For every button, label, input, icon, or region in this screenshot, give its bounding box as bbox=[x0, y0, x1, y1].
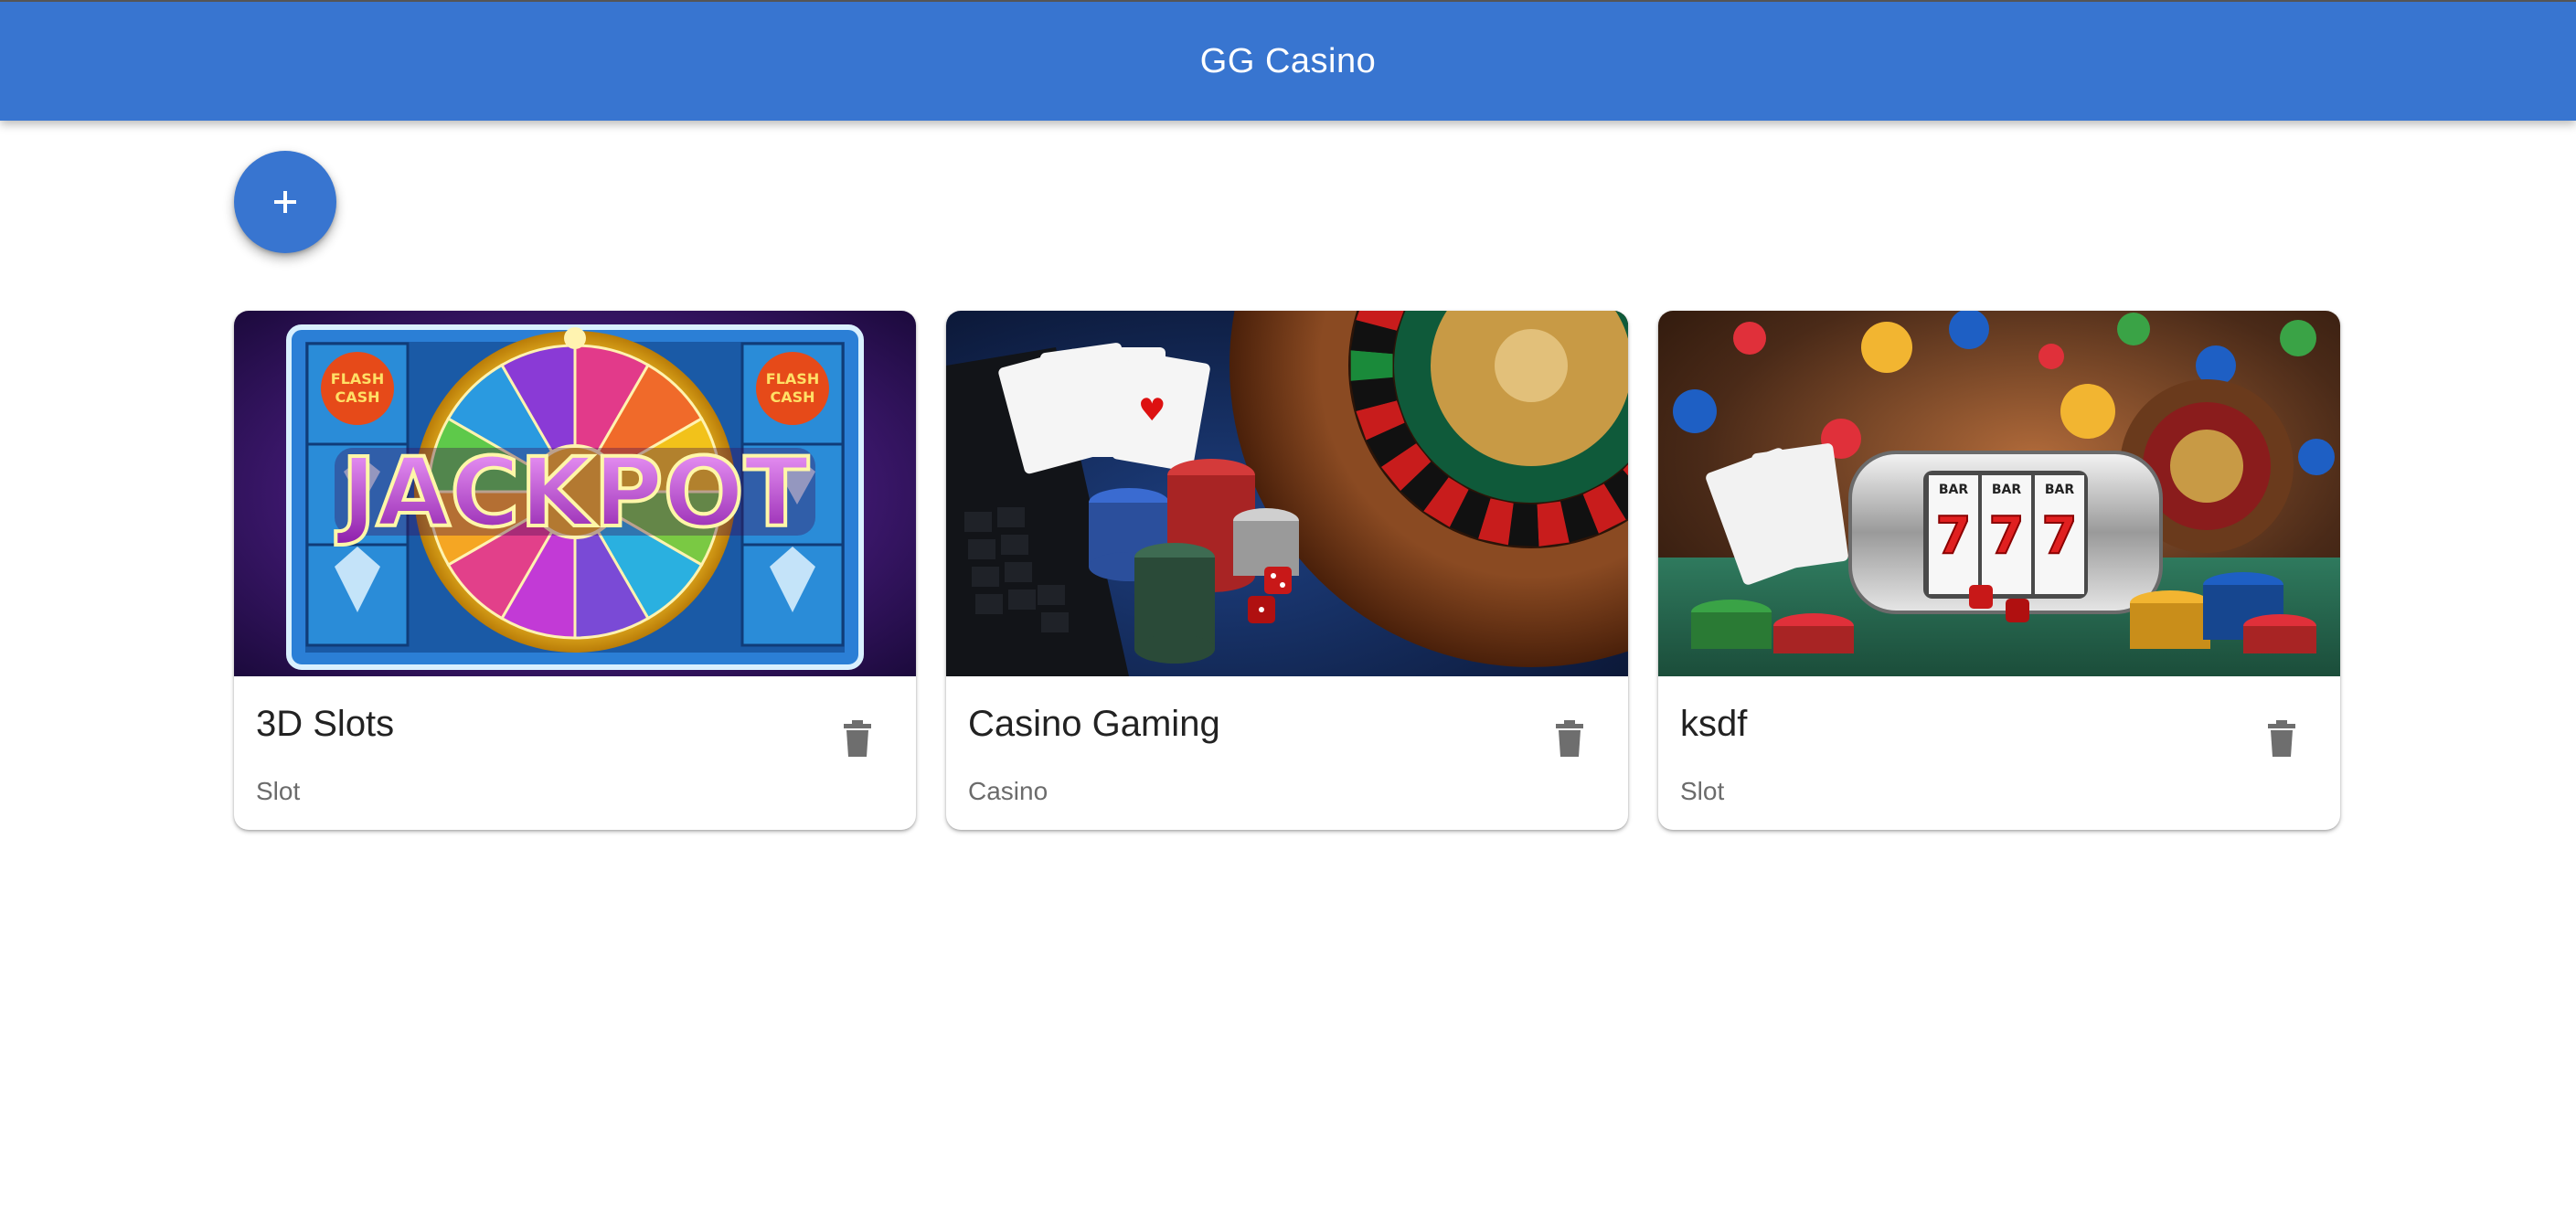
svg-text:♥: ♥ bbox=[1138, 392, 1166, 429]
trash-icon bbox=[1556, 720, 1583, 757]
jackpot-text: JACKPOT bbox=[335, 437, 809, 548]
svg-text:BAR: BAR bbox=[1992, 483, 2022, 497]
card-title: 3D Slots bbox=[256, 704, 395, 744]
delete-button[interactable] bbox=[834, 715, 881, 762]
app-title: GG Casino bbox=[1199, 41, 1377, 80]
roulette-chips-image: ♥ bbox=[946, 311, 1628, 676]
slot-machine-chips-image: BAR BAR BAR 7 7 7 bbox=[1658, 311, 2340, 676]
svg-text:BAR: BAR bbox=[1939, 483, 1969, 497]
svg-text:CASH: CASH bbox=[335, 388, 379, 406]
svg-text:CASH: CASH bbox=[770, 388, 814, 406]
card-subtitle: Slot bbox=[256, 777, 301, 805]
delete-button[interactable] bbox=[2258, 715, 2305, 762]
delete-button[interactable] bbox=[1546, 715, 1593, 762]
trash-icon bbox=[844, 720, 871, 757]
svg-text:7: 7 bbox=[2042, 506, 2078, 566]
badge-left-text: FLASH bbox=[331, 370, 384, 388]
card-subtitle: Casino bbox=[968, 777, 1048, 805]
card-title: ksdf bbox=[1680, 704, 1748, 744]
card-title: Casino Gaming bbox=[968, 704, 1220, 744]
card-3d-slots[interactable]: FLASH CASH FLASH CASH JACKPOT 3D Slots S… bbox=[234, 311, 916, 830]
svg-text:BAR: BAR bbox=[2045, 483, 2075, 497]
card-subtitle: Slot bbox=[1680, 777, 1725, 805]
card-ksdf[interactable]: BAR BAR BAR 7 7 7 ksdf Slot bbox=[1658, 311, 2340, 830]
svg-text:7: 7 bbox=[1936, 506, 1972, 566]
svg-text:FLASH: FLASH bbox=[766, 370, 819, 388]
trash-icon bbox=[2268, 720, 2295, 757]
jackpot-slots-image: FLASH CASH FLASH CASH JACKPOT bbox=[234, 311, 916, 676]
plus-icon bbox=[274, 191, 296, 213]
app-bar: GG Casino bbox=[0, 0, 2576, 121]
card-grid: FLASH CASH FLASH CASH JACKPOT 3D Slots S… bbox=[234, 311, 2340, 832]
add-item-button[interactable] bbox=[234, 151, 336, 253]
card-casino-gaming[interactable]: ♥ Casino Gaming Casino bbox=[946, 311, 1628, 830]
svg-text:7: 7 bbox=[1989, 506, 2025, 566]
